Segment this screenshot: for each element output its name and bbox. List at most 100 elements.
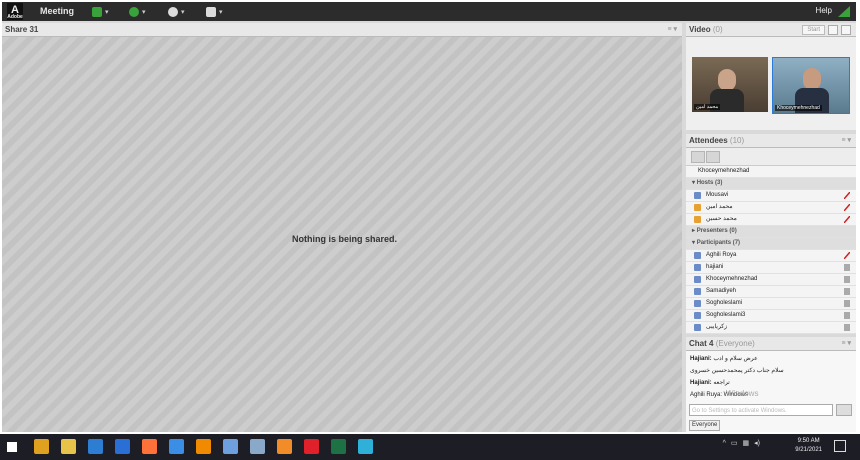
store-icon[interactable] (88, 439, 103, 454)
attendee-row[interactable]: محمد حسین (686, 214, 856, 226)
status-icon (844, 276, 850, 283)
battery-icon[interactable]: ▭ (731, 439, 738, 447)
video-pod-title: Video (689, 25, 711, 34)
video-tile[interactable]: Khoceymehnezhad (772, 57, 850, 114)
share-area: Nothing is being shared. (2, 37, 682, 432)
sort-icon[interactable] (706, 151, 720, 163)
participant-icon (694, 324, 701, 331)
pod-options-icon[interactable]: ≡ ▾ (841, 337, 851, 350)
chat-pod: Chat 4 (Everyone) ≡ ▾ Hajiani: عرض سلام … (686, 337, 856, 432)
current-user-row[interactable]: Khoceymehnezhad (686, 166, 856, 178)
notes-icon[interactable] (250, 439, 265, 454)
chrome-icon[interactable] (34, 439, 49, 454)
activate-windows-watermark: Windows (726, 389, 759, 398)
chat-message: Hajiani: تراجعه (690, 380, 730, 386)
system-tray[interactable]: ^ ▭ ▦ ◂) (723, 439, 760, 448)
raise-hand-button[interactable]: ▾ (206, 6, 223, 17)
person-figure (718, 69, 736, 91)
windows-taskbar: ^ ▭ ▦ ◂) 9:50 AM 9/21/2021 (0, 434, 860, 460)
mic-muted-icon (844, 192, 850, 199)
attendees-count: (10) (729, 136, 745, 145)
file-explorer-icon[interactable] (61, 439, 76, 454)
raise-hand-icon (206, 6, 216, 17)
send-message-button[interactable] (836, 404, 852, 416)
host-icon (694, 216, 701, 223)
current-user-name: Khoceymehnezhad (698, 168, 750, 174)
speaker-icon (92, 6, 102, 17)
start-video-button[interactable]: Start (802, 25, 825, 35)
notification-center-icon[interactable] (834, 440, 846, 452)
webcam-button[interactable]: ▾ (168, 6, 185, 17)
chat-input[interactable]: Go to Settings to activate Windows. (689, 404, 833, 416)
microphone-button[interactable]: ▾ (129, 6, 146, 17)
webcam-icon (168, 6, 178, 17)
help-menu[interactable]: Help (816, 6, 832, 15)
pod-options-icon[interactable]: ≡ ▾ (841, 134, 851, 147)
participant-icon (694, 312, 701, 319)
attendee-row[interactable]: Sogholeslami (686, 298, 856, 310)
attendee-row[interactable]: Aghili Roya (686, 250, 856, 262)
video-pod: Video (0) Start محمد امین Khoceymehnezha… (686, 23, 856, 130)
video-tile-name: محمد امین (694, 104, 721, 110)
person-figure (803, 68, 821, 90)
edge-legacy-icon[interactable] (169, 439, 184, 454)
presenters-group-header[interactable]: ▸ Presenters (0) (686, 226, 856, 238)
microphone-icon (129, 6, 139, 17)
attendee-row[interactable]: زکریاییی (686, 322, 856, 334)
attendee-row[interactable]: Sogholeslami3 (686, 310, 856, 322)
volume-icon[interactable]: ◂) (754, 439, 760, 447)
pod-options-icon[interactable] (841, 25, 851, 35)
host-icon (694, 204, 701, 211)
mic-muted-icon (844, 252, 850, 259)
attendee-row[interactable]: hajiani (686, 262, 856, 274)
video-tile[interactable]: محمد امین (692, 57, 768, 112)
clock-time: 9:50 AM (797, 438, 820, 444)
status-icon (844, 324, 850, 331)
share-pod: Share 31 ≡ ▾ Nothing is being shared. (2, 23, 682, 432)
attendees-pod-header: Attendees (10) ≡ ▾ (686, 134, 856, 148)
network-icon[interactable]: ▦ (743, 439, 750, 447)
attendee-row[interactable]: Khoceymehnezhad (686, 274, 856, 286)
participant-icon (694, 276, 701, 283)
vlc-icon[interactable] (196, 439, 211, 454)
mic-muted-icon (844, 216, 850, 223)
participant-icon (694, 264, 701, 271)
windows-start-icon[interactable] (7, 442, 17, 452)
pod-options-icon[interactable]: ≡ ▾ (667, 23, 677, 36)
list-view-icon[interactable] (691, 151, 705, 163)
speaker-button[interactable]: ▾ (92, 6, 109, 17)
fullscreen-icon[interactable] (828, 25, 838, 35)
video-tile-name: Khoceymehnezhad (775, 105, 822, 111)
firefox-icon[interactable] (142, 439, 157, 454)
attendees-title: Attendees (689, 136, 728, 145)
participant-icon (694, 252, 701, 259)
chat-recipient-select[interactable]: Everyone (689, 420, 721, 431)
opera-gx-icon[interactable] (277, 439, 292, 454)
opera-icon[interactable] (304, 439, 319, 454)
status-icon (844, 312, 850, 319)
taskbar-clock[interactable]: 9:50 AM 9/21/2021 (795, 437, 822, 455)
excel-icon[interactable] (331, 439, 346, 454)
adobe-connect-window: A Adobe Meeting ▾ ▾ ▾ ▾ Help Share 31 ≡ ▾… (2, 2, 856, 432)
edge-icon[interactable] (358, 439, 373, 454)
meeting-menu[interactable]: Meeting (40, 6, 74, 16)
host-icon (694, 192, 701, 199)
status-icon (844, 288, 850, 295)
right-column: Video (0) Start محمد امین Khoceymehnezha… (686, 23, 856, 432)
mail-icon[interactable] (115, 439, 130, 454)
chevron-up-icon[interactable]: ^ (723, 440, 726, 447)
attendee-row[interactable]: Mousavi (686, 190, 856, 202)
attendees-pod: Attendees (10) ≡ ▾ Khoceymehnezhad ▾ Hos… (686, 134, 856, 334)
adobe-logo: A Adobe (7, 3, 23, 20)
status-icon (844, 300, 850, 307)
chat-pod-header: Chat 4 (Everyone) ≡ ▾ (686, 337, 856, 351)
photos-icon[interactable] (223, 439, 238, 454)
attendee-row[interactable]: محمد امین (686, 202, 856, 214)
chat-message: Hajiani: عرض سلام و ادب (690, 356, 758, 362)
attendee-row[interactable]: Samadiyeh (686, 286, 856, 298)
video-count: (0) (712, 25, 723, 34)
hosts-group-header[interactable]: ▾ Hosts (3) (686, 178, 856, 190)
participant-icon (694, 288, 701, 295)
top-toolbar: A Adobe Meeting ▾ ▾ ▾ ▾ Help (2, 2, 856, 21)
participants-group-header[interactable]: ▾ Participants (7) (686, 238, 856, 250)
